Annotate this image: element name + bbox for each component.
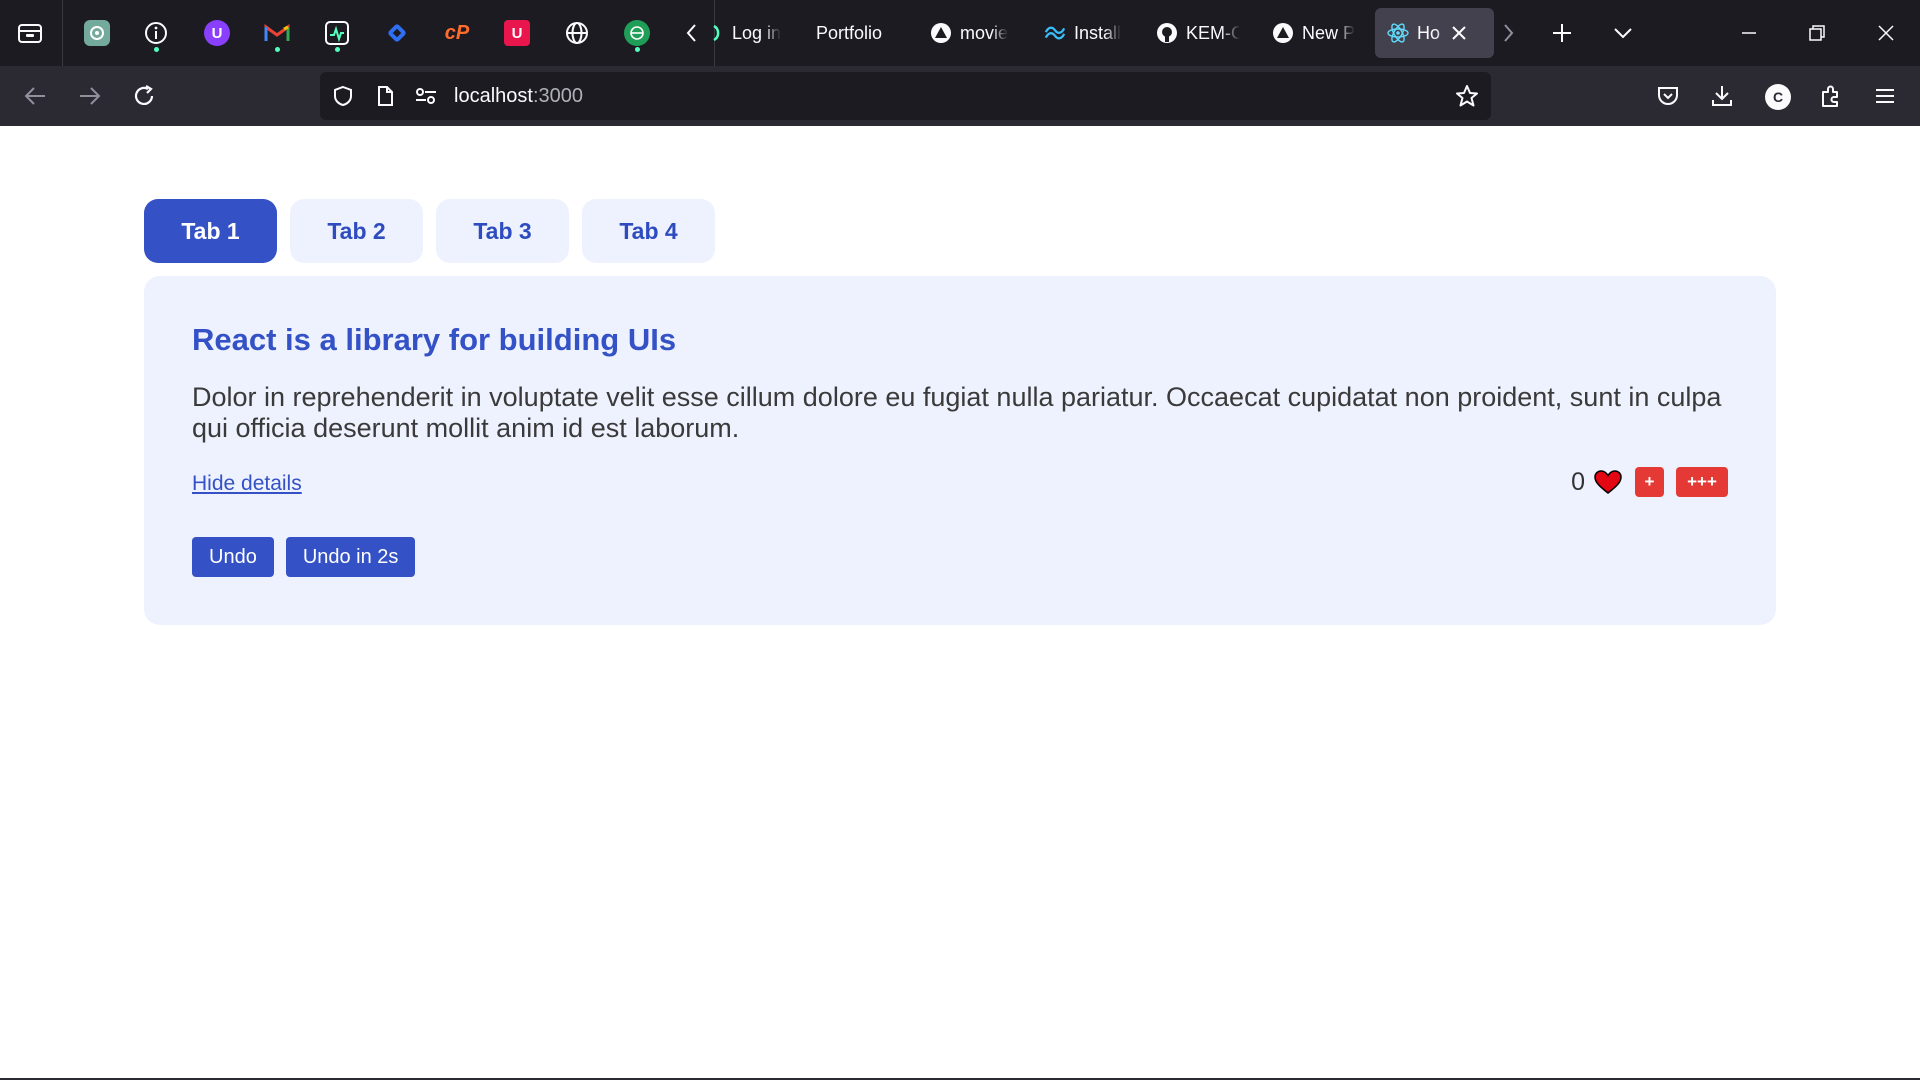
- browser-tab-new[interactable]: New P: [1272, 8, 1356, 58]
- pocket-icon[interactable]: [1650, 78, 1686, 114]
- panel-title: React is a library for building UIs: [192, 322, 677, 357]
- tailwind-icon: [1044, 22, 1066, 44]
- browser-tab-movie[interactable]: movie: [930, 8, 1010, 58]
- globe-icon: [564, 20, 590, 46]
- list-all-tabs-icon[interactable]: [1605, 15, 1641, 51]
- browser-tab-active[interactable]: Ho: [1375, 8, 1494, 58]
- pinned-tab-activity[interactable]: [317, 12, 357, 54]
- firefox-view-icon[interactable]: [12, 15, 48, 51]
- browser-tab-install[interactable]: Install: [1044, 8, 1124, 58]
- pinned-tab-green[interactable]: [617, 12, 657, 54]
- back-arrow-icon[interactable]: [17, 78, 53, 114]
- browser-nav-bar: localhost:3000 C: [0, 66, 1920, 126]
- url-port: :3000: [532, 85, 583, 107]
- tab-title: Ho: [1417, 22, 1441, 43]
- pinned-tab-diamond[interactable]: [377, 12, 417, 54]
- tab-title: KEM-C: [1186, 22, 1240, 43]
- page-content: Tab 1 Tab 2 Tab 3 Tab 4 React is a libra…: [0, 126, 1920, 1080]
- browser-tab-log-in[interactable]: Log in: [712, 8, 790, 58]
- reload-icon[interactable]: [126, 78, 162, 114]
- address-bar[interactable]: localhost:3000: [320, 72, 1491, 120]
- tab-title: Install: [1074, 22, 1122, 43]
- vercel-icon: [930, 22, 952, 44]
- undo-delayed-button[interactable]: Undo in 2s: [285, 537, 416, 577]
- react-icon: [1387, 22, 1409, 44]
- activity-icon: [324, 20, 350, 46]
- tab-attention-dot: [154, 47, 159, 52]
- cpanel-icon: cP: [444, 21, 470, 44]
- tab-attention-dot: [275, 47, 280, 52]
- tab-1[interactable]: Tab 1: [144, 199, 277, 263]
- loading-icon: [712, 22, 722, 44]
- like-controls: 0 + +++: [1571, 467, 1728, 497]
- u-brand-icon: U: [504, 20, 530, 46]
- tab-panel: React is a library for building UIs Dolo…: [144, 276, 1776, 625]
- gmail-icon: [264, 23, 290, 43]
- pinned-tab-cpanel[interactable]: cP: [437, 12, 477, 54]
- tab-title: movie: [960, 22, 1009, 43]
- tab-2[interactable]: Tab 2: [290, 199, 423, 263]
- hamburger-menu-icon[interactable]: [1867, 78, 1903, 114]
- like-count: 0: [1571, 467, 1585, 496]
- browser-tab-kem[interactable]: KEM-C: [1156, 8, 1240, 58]
- account-avatar[interactable]: C: [1765, 84, 1791, 110]
- pinned-tab-proton[interactable]: U: [197, 12, 237, 54]
- vercel-icon: [1272, 22, 1294, 44]
- forward-arrow-icon[interactable]: [72, 78, 108, 114]
- permissions-icon[interactable]: [414, 84, 438, 108]
- page-info-icon[interactable]: [373, 84, 397, 108]
- proton-icon: U: [204, 20, 230, 46]
- content-tabs: Tab 1 Tab 2 Tab 3 Tab 4: [144, 199, 715, 263]
- info-icon: [143, 20, 169, 46]
- bookmark-star-icon[interactable]: [1455, 84, 1479, 108]
- heart-icon: [1593, 469, 1623, 495]
- scroll-tabs-left-icon[interactable]: [674, 15, 710, 51]
- url-host: localhost: [454, 85, 533, 107]
- chatgpt-icon: [84, 20, 110, 46]
- pinned-tab-gmail[interactable]: [257, 12, 297, 54]
- close-tab-icon[interactable]: [1451, 25, 1467, 41]
- browser-tab-portfolio[interactable]: Portfolio: [816, 8, 916, 58]
- add-like-button[interactable]: +: [1635, 467, 1664, 497]
- browser-tab-strip: U cP U Log in Portfolio movie Install KE…: [0, 0, 1920, 66]
- pinned-tab-chatgpt[interactable]: [77, 12, 117, 54]
- scroll-tabs-right-icon[interactable]: [1490, 15, 1526, 51]
- github-icon: [1156, 22, 1178, 44]
- tab-attention-dot: [635, 47, 640, 52]
- tab-attention-dot: [335, 47, 340, 52]
- extensions-icon[interactable]: [1813, 78, 1849, 114]
- undo-controls: Undo Undo in 2s: [192, 537, 416, 577]
- panel-description: Dolor in reprehenderit in voluptate veli…: [192, 382, 1722, 443]
- tab-title: New P: [1302, 22, 1356, 43]
- url-text[interactable]: localhost:3000: [454, 85, 583, 108]
- tab-title: Portfolio: [816, 22, 883, 43]
- green-globe-icon: [624, 20, 650, 46]
- diamond-icon: [384, 20, 410, 46]
- tab-title: Log in: [732, 22, 782, 43]
- undo-button[interactable]: Undo: [192, 537, 274, 577]
- new-tab-plus-icon[interactable]: [1544, 15, 1580, 51]
- restore-window-icon[interactable]: [1799, 15, 1835, 51]
- pinned-tab-u[interactable]: U: [497, 12, 537, 54]
- tab-strip-divider: [62, 0, 63, 66]
- close-window-icon[interactable]: [1868, 15, 1904, 51]
- minimize-window-icon[interactable]: [1731, 15, 1767, 51]
- pinned-tab-web[interactable]: [557, 12, 597, 54]
- downloads-icon[interactable]: [1704, 78, 1740, 114]
- tab-3[interactable]: Tab 3: [436, 199, 569, 263]
- pinned-tab-info[interactable]: [136, 12, 176, 54]
- hide-details-link[interactable]: Hide details: [192, 472, 302, 496]
- add-three-likes-button[interactable]: +++: [1676, 467, 1728, 497]
- tracking-shield-icon[interactable]: [331, 84, 355, 108]
- tab-4[interactable]: Tab 4: [582, 199, 715, 263]
